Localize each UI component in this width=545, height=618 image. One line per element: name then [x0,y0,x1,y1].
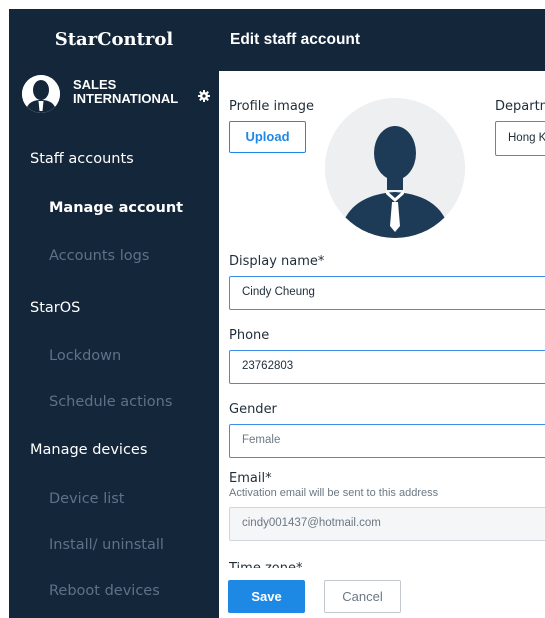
nav-manage-devices[interactable]: Manage devices [30,442,147,458]
account-name: SALES INTERNATIONAL [73,77,179,106]
nav-lockdown[interactable]: Lockdown [49,348,121,364]
upload-button[interactable]: Upload [229,121,306,153]
display-name-label: Display name* [229,254,325,269]
phone-field[interactable]: 23762803 [229,350,545,384]
email-value: cindy001437@hotmail.com [242,517,381,529]
nav-schedule-actions[interactable]: Schedule actions [49,394,172,410]
email-field[interactable]: cindy001437@hotmail.com [229,507,545,541]
user-silhouette-icon [325,98,465,238]
gear-icon[interactable] [198,87,210,102]
page-title: Edit staff account [230,31,361,48]
profile-image-label: Profile image [229,99,315,114]
nav-reboot-devices[interactable]: Reboot devices [49,583,160,599]
phone-value: 23762803 [242,360,294,372]
department-label: Departm [495,99,545,114]
nav-accounts-logs[interactable]: Accounts logs [49,248,149,264]
gender-select[interactable]: Female [229,424,545,458]
department-value: Hong K [508,132,545,144]
gender-label: Gender [229,402,277,417]
department-select[interactable]: Hong K [495,121,545,156]
cancel-button[interactable]: Cancel [324,580,401,613]
email-label: Email* [229,471,272,486]
email-hint: Activation email will be sent to this ad… [229,487,439,499]
account-avatar-icon[interactable] [22,75,60,113]
page-header: Edit staff account [219,9,545,71]
phone-label: Phone [229,328,270,343]
profile-photo[interactable] [325,98,465,238]
display-name-field[interactable]: Cindy Cheung [229,276,545,310]
nav-install-uninstall[interactable]: Install/ uninstall [49,537,164,553]
brand-logo[interactable]: StarControl [9,29,219,50]
nav-staros[interactable]: StarOS [30,300,80,316]
nav-device-list[interactable]: Device list [49,491,125,507]
gender-value: Female [242,434,281,446]
nav-staff-accounts[interactable]: Staff accounts [30,151,134,167]
sidebar: StarControl SALES INTERNATIONAL Staff ac… [9,9,219,618]
nav-manage-account[interactable]: Manage account [49,200,183,216]
save-button[interactable]: Save [228,580,305,613]
display-name-value: Cindy Cheung [242,286,315,298]
